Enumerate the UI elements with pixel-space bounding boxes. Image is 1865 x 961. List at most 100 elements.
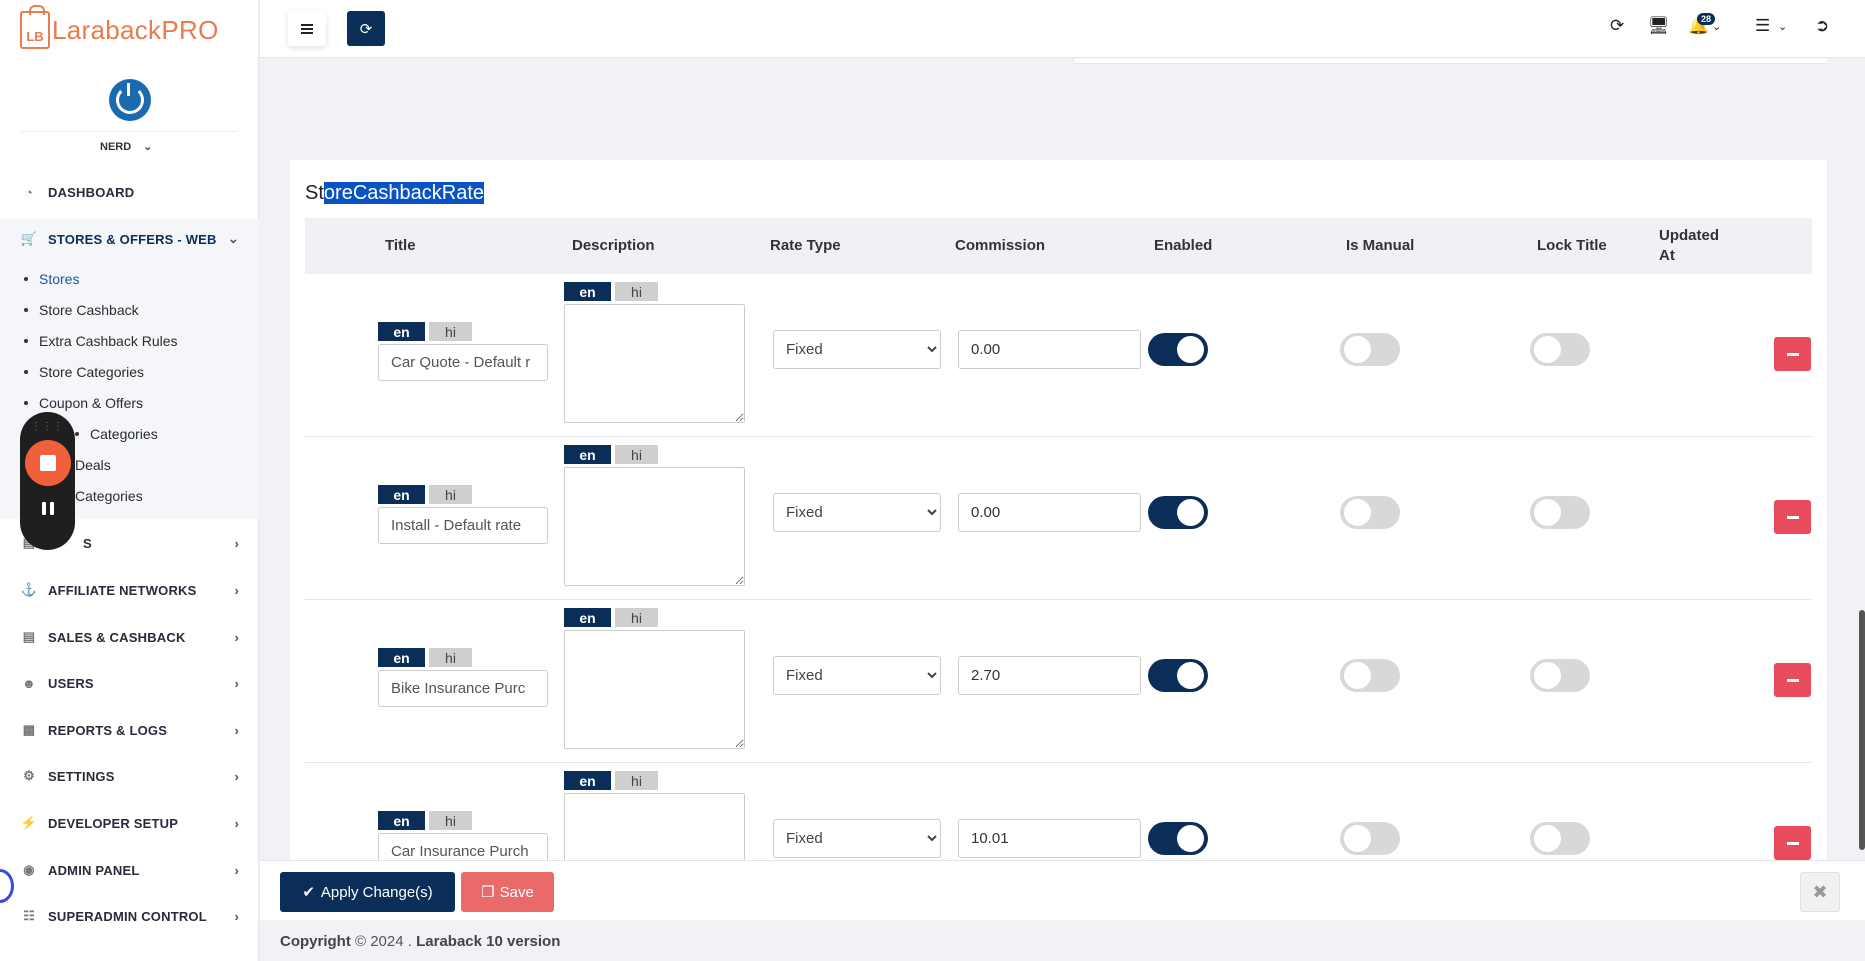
remove-row-button[interactable] [1774,500,1811,534]
page-scrollbar[interactable] [1859,610,1865,850]
commission-input[interactable] [958,493,1141,532]
commission-input[interactable] [958,330,1141,369]
pause-recording-button[interactable] [41,502,54,515]
enabled-toggle[interactable] [1148,333,1208,366]
store-cashback-rate-card: StoreCashbackRate Title Description Rate… [290,160,1827,860]
rate-type-select[interactable]: Fixed [773,493,941,532]
copy-icon: ❐ [481,884,495,901]
nav-users[interactable]: ☻ USERS › [0,663,259,703]
user-menu[interactable]: NERD ⌄ [100,140,152,154]
description-textarea[interactable] [564,467,745,586]
enabled-toggle[interactable] [1148,496,1208,529]
chevron-right-icon: › [234,862,239,878]
drag-handle-icon[interactable]: ⋮⋮⋮ [31,421,64,432]
lang-tab-en[interactable]: en [378,811,425,830]
rate-type-select[interactable]: Fixed [773,330,941,369]
lang-tab-hi[interactable]: hi [429,485,472,504]
lang-tab-en[interactable]: en [564,608,611,627]
remove-row-button[interactable] [1774,826,1811,860]
is-manual-toggle[interactable] [1340,822,1400,855]
monitor-icon[interactable]: 🖥 [1648,16,1670,36]
commission-input[interactable] [958,819,1141,858]
chevron-down-icon: ⌄ [1712,21,1722,33]
lock-title-toggle[interactable] [1530,659,1590,692]
title-input[interactable] [378,344,548,381]
brand-logo[interactable]: LB LarabackPRO [20,5,219,50]
lang-tab-hi[interactable]: hi [615,282,658,301]
check-icon: ✔ [302,884,315,901]
remove-row-button[interactable] [1774,663,1811,697]
is-manual-toggle[interactable] [1340,659,1400,692]
description-textarea[interactable] [564,304,745,423]
submenu-stores[interactable]: Stores [24,271,79,287]
title-lang-tabs: en hi [378,322,472,341]
cart-icon: 🛒 [20,231,38,246]
commission-input[interactable] [958,656,1141,695]
minus-icon [1786,678,1799,682]
save-button[interactable]: ❐ Save [461,872,554,912]
chevron-down-icon: ⌄ [227,231,239,246]
lang-tab-hi[interactable]: hi [615,608,658,627]
stop-recording-button[interactable] [24,440,71,486]
anchor-icon: ⚓ [20,582,38,597]
close-icon: ✖ [1812,881,1828,902]
enabled-toggle[interactable] [1148,822,1208,855]
lang-tab-en[interactable]: en [564,445,611,464]
admin-circle-icon: ◉ [23,862,35,877]
sliders-icon[interactable]: ☰ [1755,16,1770,36]
lang-tab-en[interactable]: en [378,485,425,504]
card-edge [1075,58,1827,64]
lang-tab-hi[interactable]: hi [429,811,472,830]
brand-name: LarabackPRO [52,14,219,45]
description-lang-tabs: en hi [564,282,658,301]
footer: Copyright © 2024 . Laraback 10 version [260,921,1865,961]
submenu-coupon-offers[interactable]: Coupon & Offers [24,395,143,411]
sidebar-toggle-button[interactable] [288,11,326,46]
nav-sales-cashback[interactable]: ▤ SALES & CASHBACK › [0,617,259,657]
nav-developer-setup[interactable]: ⚡ DEVELOPER SETUP › [0,803,259,843]
lock-title-toggle[interactable] [1530,822,1590,855]
submenu-extra-cashback-rules[interactable]: Extra Cashback Rules [24,333,178,349]
title-input[interactable] [378,833,548,860]
title-input[interactable] [378,670,548,707]
description-textarea[interactable] [564,793,745,860]
close-button[interactable]: ✖ [1800,872,1840,912]
lang-tab-hi[interactable]: hi [615,445,658,464]
remove-row-button[interactable] [1774,337,1811,371]
nav-dashboard[interactable]: ◔ DASHBOARD [0,172,259,212]
lock-title-toggle[interactable] [1530,496,1590,529]
lang-tab-hi[interactable]: hi [429,322,472,341]
lang-tab-en[interactable]: en [564,282,611,301]
title-input[interactable] [378,507,548,544]
chevron-right-icon: › [234,535,239,551]
logout-icon[interactable]: ➲ [1815,16,1829,36]
lang-tab-hi[interactable]: hi [615,771,658,790]
nav-superadmin-control[interactable]: ☷ SUPERADMIN CONTROL › [0,896,259,936]
nav-settings[interactable]: ⚙ SETTINGS › [0,756,259,796]
nav-admin-panel[interactable]: ◉ ADMIN PANEL › [0,850,259,890]
lang-tab-hi[interactable]: hi [429,648,472,667]
nav-affiliate-networks[interactable]: ⚓ AFFILIATE NETWORKS › [0,570,259,610]
lock-title-toggle[interactable] [1530,333,1590,366]
submenu-store-cashback[interactable]: Store Cashback [24,302,139,318]
sync-icon[interactable]: ⟳ [1610,16,1624,36]
submenu-coupon-categories[interactable]: Categories [75,426,158,442]
lang-tab-en[interactable]: en [564,771,611,790]
rate-type-select[interactable]: Fixed [773,819,941,858]
description-textarea[interactable] [564,630,745,749]
table-row: enhi enhi Fixed [305,437,1812,600]
nav-stores-offers[interactable]: 🛒 STORES & OFFERS - WEB ⌄ [0,219,259,259]
is-manual-toggle[interactable] [1340,333,1400,366]
lang-tab-en[interactable]: en [378,322,425,341]
is-manual-toggle[interactable] [1340,496,1400,529]
submenu-store-categories[interactable]: Store Categories [24,364,144,380]
apply-changes-button[interactable]: ✔ Apply Change(s) [280,872,455,912]
enabled-toggle[interactable] [1148,659,1208,692]
refresh-button[interactable]: ⟳ [347,11,385,46]
minus-icon [1786,841,1799,845]
gears-icon: ⚙ [23,768,35,783]
rate-type-select[interactable]: Fixed [773,656,941,695]
lang-tab-en[interactable]: en [378,648,425,667]
divider [20,131,238,132]
nav-reports-logs[interactable]: ▩ REPORTS & LOGS › [0,710,259,750]
